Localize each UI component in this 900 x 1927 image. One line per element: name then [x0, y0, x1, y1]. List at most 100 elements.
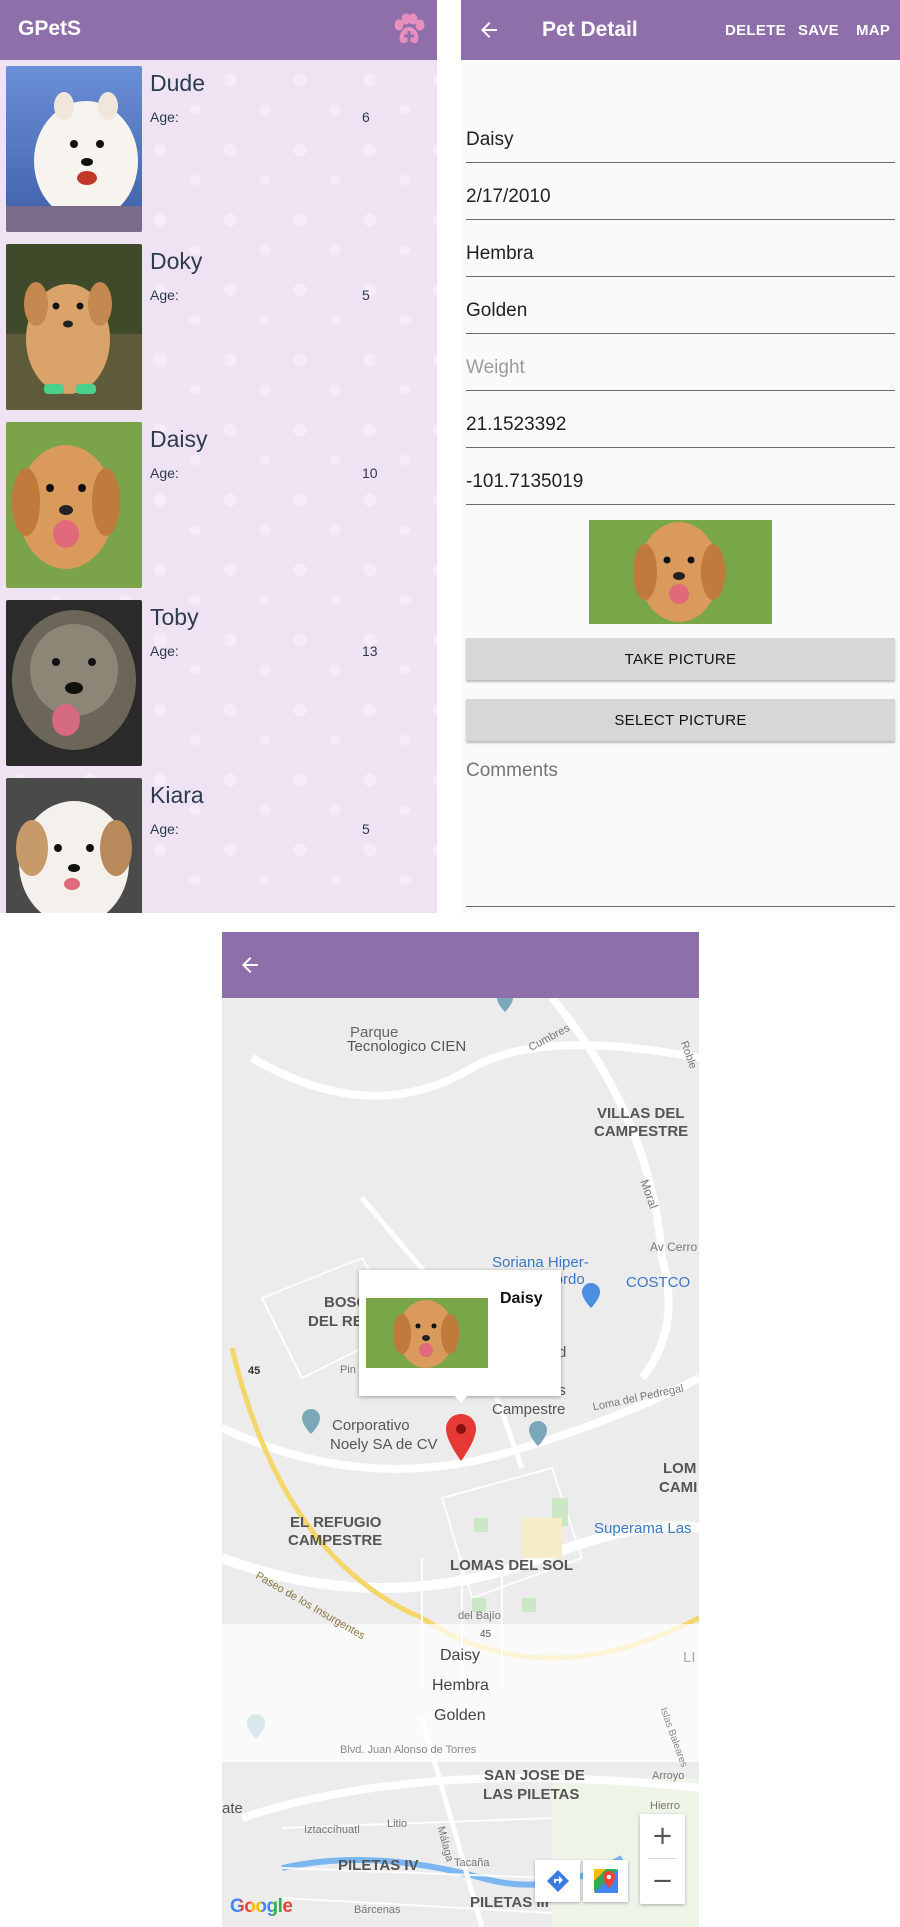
breed-input[interactable] — [466, 291, 895, 331]
list-item[interactable]: Kiara Age: 5 — [0, 772, 437, 913]
map-label: Superama Las — [594, 1520, 692, 1537]
map-label: LAS PILETAS — [483, 1786, 580, 1803]
app-bar: Pet Detail DELETE SAVE MAP — [461, 0, 900, 60]
name-input[interactable] — [466, 120, 895, 160]
highway-shield: 45 — [480, 1629, 492, 1640]
list-item[interactable]: Dude Age: 6 — [0, 60, 437, 238]
map-label: Bárcenas — [354, 1904, 401, 1916]
marker-detail-sex: Hembra — [432, 1677, 489, 1694]
map-label: Noely SA de CV — [330, 1436, 438, 1453]
paw-add-icon[interactable] — [390, 11, 428, 49]
google-logo-text: Google — [230, 1896, 293, 1917]
pet-name: Doky — [150, 248, 203, 274]
delete-button[interactable]: DELETE — [725, 22, 786, 39]
map-label: Blvd. Juan Alonso de Torres — [340, 1744, 477, 1756]
map-screen: Parque Tecnologico CIEN Cumbres Roble VI… — [222, 932, 699, 1927]
app-bar: GPetS — [0, 0, 437, 60]
google-logo: Google — [230, 1896, 293, 1918]
map-label: Arroyo — [652, 1770, 685, 1782]
save-button[interactable]: SAVE — [798, 22, 839, 39]
breed-field[interactable] — [466, 291, 895, 334]
pet-age: 5 — [362, 287, 370, 303]
pet-photo — [6, 422, 142, 588]
age-label: Age: — [150, 465, 179, 481]
map-label: Hierro — [650, 1800, 680, 1812]
zoom-in-button[interactable]: + — [640, 1814, 685, 1858]
age-label: Age: — [150, 643, 179, 659]
info-window-pointer — [452, 1393, 470, 1403]
pet-name: Dude — [150, 70, 205, 96]
weight-field[interactable] — [466, 348, 895, 391]
marker-detail-breed: Golden — [434, 1707, 486, 1724]
select-picture-button[interactable]: SELECT PICTURE — [466, 699, 895, 741]
map-label: Tacaña — [454, 1857, 490, 1869]
pet-photo — [6, 600, 142, 766]
comments-input[interactable] — [466, 760, 895, 900]
pet-detail-screen: Pet Detail DELETE SAVE MAP TAKE PICTUR — [461, 0, 900, 913]
age-label: Age: — [150, 821, 179, 837]
map-label: CAMPESTRE — [594, 1123, 689, 1140]
map-label: Corporativo — [332, 1417, 410, 1434]
map-label: LOMAS DEL SOL — [450, 1557, 574, 1574]
highway-shield: 45 — [248, 1365, 261, 1377]
pet-name: Daisy — [150, 426, 208, 452]
list-item[interactable]: Doky Age: 5 — [0, 238, 437, 416]
map-label: Iztaccíhuatl — [304, 1824, 360, 1836]
comments-field[interactable] — [466, 760, 895, 907]
map-label: Tecnologico CIEN — [347, 1038, 467, 1055]
weight-input[interactable] — [466, 348, 895, 388]
map-label: ate — [222, 1800, 243, 1817]
map-button[interactable]: MAP — [856, 22, 890, 39]
pet-picture — [589, 520, 772, 624]
map-label: VILLAS DEL — [597, 1105, 685, 1122]
map-label: SAN JOSE DE — [484, 1767, 585, 1784]
map-label: Soriana Hiper- — [492, 1254, 589, 1271]
marker-info-window[interactable]: Daisy — [359, 1270, 561, 1396]
pet-name: Kiara — [150, 782, 204, 808]
age-label: Age: — [150, 287, 179, 303]
app-bar — [222, 932, 699, 998]
info-window-title: Daisy — [500, 1290, 543, 1307]
pet-list-screen: GPetS Dude Age: 6 Doky Age: 5 Daisy Age:… — [0, 0, 437, 913]
latitude-field[interactable] — [466, 405, 895, 448]
list-item[interactable]: Daisy Age: 10 — [0, 416, 437, 594]
zoom-controls: + − — [640, 1814, 685, 1904]
map-marker-icon[interactable] — [444, 1413, 478, 1463]
name-field[interactable] — [466, 120, 895, 163]
pet-list[interactable]: Dude Age: 6 Doky Age: 5 Daisy Age: 10 To… — [0, 60, 437, 913]
longitude-input[interactable] — [466, 462, 895, 502]
sex-input[interactable] — [466, 234, 895, 274]
map-label: del Bajío — [458, 1610, 501, 1622]
page-title: Pet Detail — [542, 18, 638, 41]
age-label: Age: — [150, 109, 179, 125]
list-item[interactable]: Toby Age: 13 — [0, 594, 437, 772]
marker-detail-name: Daisy — [440, 1647, 481, 1664]
pet-age: 6 — [362, 109, 370, 125]
birth-date-field[interactable] — [466, 177, 895, 220]
open-maps-button[interactable] — [583, 1860, 628, 1902]
app-title: GPetS — [18, 17, 82, 40]
pet-age: 5 — [362, 821, 370, 837]
directions-icon — [547, 1870, 569, 1892]
map-label: EL REFUGIO — [290, 1514, 382, 1531]
pet-photo — [6, 66, 142, 232]
birth-date-input[interactable] — [466, 177, 895, 217]
map-label: LOM — [663, 1460, 697, 1477]
back-arrow-icon[interactable] — [477, 18, 501, 42]
map-label: Av Cerro — [650, 1240, 698, 1254]
maps-app-icon — [594, 1869, 618, 1893]
map-label: Litio — [387, 1818, 408, 1830]
take-picture-button[interactable]: TAKE PICTURE — [466, 638, 895, 680]
longitude-field[interactable] — [466, 462, 895, 505]
directions-button[interactable] — [535, 1860, 580, 1902]
pet-age: 13 — [362, 643, 378, 659]
zoom-out-button[interactable]: − — [640, 1859, 685, 1903]
map-label: COSTCO — [626, 1274, 691, 1291]
sex-field[interactable] — [466, 234, 895, 277]
pet-age: 10 — [362, 465, 378, 481]
latitude-input[interactable] — [466, 405, 895, 445]
map-label: CAMI — [659, 1479, 698, 1496]
pet-name: Toby — [150, 604, 199, 630]
back-arrow-icon[interactable] — [238, 953, 262, 977]
map-label: Campestre — [492, 1401, 566, 1418]
